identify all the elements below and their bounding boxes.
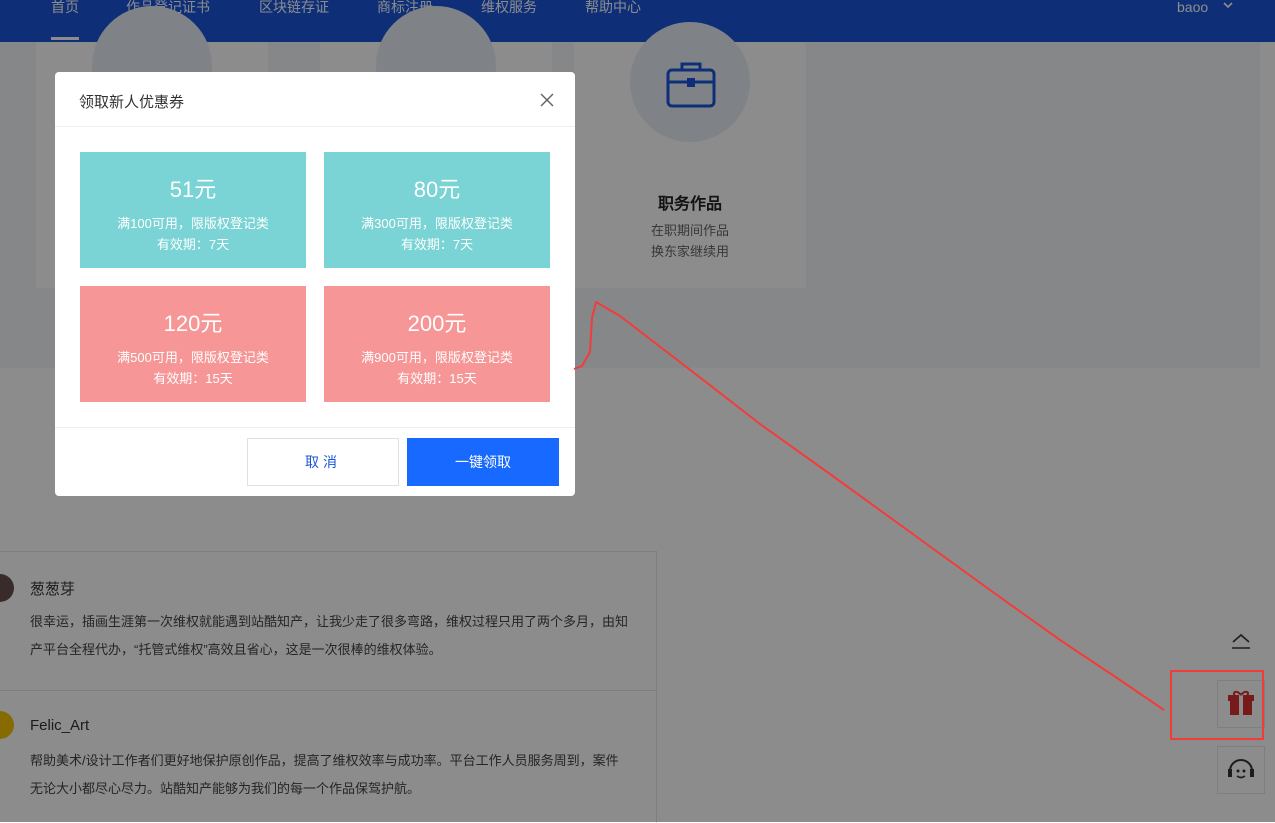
annotation-arrow [573, 301, 1165, 711]
annotation-box [1170, 670, 1264, 740]
